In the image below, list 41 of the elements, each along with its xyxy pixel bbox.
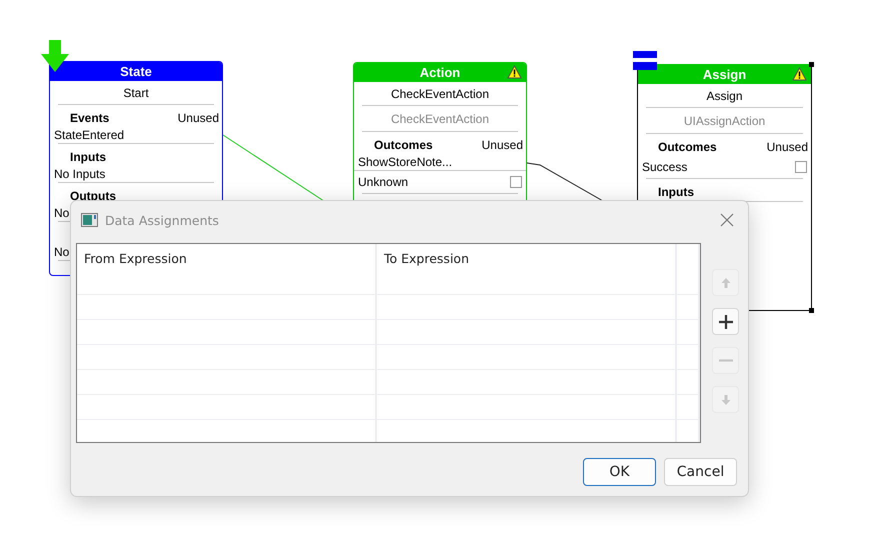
- close-icon[interactable]: [720, 213, 734, 227]
- cancel-button[interactable]: Cancel: [664, 458, 737, 486]
- resize-handle[interactable]: [809, 62, 814, 67]
- section-heading: Outputs: [70, 189, 116, 205]
- node-title: State: [120, 64, 152, 79]
- ok-button[interactable]: OK: [583, 458, 656, 486]
- add-button[interactable]: [712, 308, 739, 335]
- item-label: Success: [642, 160, 688, 174]
- item-label: StateEntered: [54, 128, 124, 142]
- node-name: Start: [122, 85, 150, 102]
- item-label: No: [54, 245, 70, 259]
- section-status: Unused: [482, 138, 523, 154]
- arrow-up-icon: [718, 276, 732, 290]
- column-header[interactable]: From Expression: [77, 244, 377, 294]
- window-icon: [81, 213, 98, 227]
- section-heading: Events: [70, 111, 110, 127]
- node-type: UIAssignAction: [682, 113, 766, 130]
- item-label: Unknown: [358, 175, 408, 189]
- section-heading: Outcomes: [658, 140, 717, 156]
- section-heading: Outcomes: [374, 138, 433, 154]
- dialog-title: Data Assignments: [105, 212, 220, 228]
- plus-icon: [718, 314, 734, 330]
- checkbox[interactable]: [795, 161, 807, 173]
- section-heading: Inputs: [658, 185, 694, 201]
- section-status: Unused: [766, 140, 808, 156]
- node-title: Action: [420, 65, 460, 80]
- minus-icon: [718, 359, 732, 362]
- item-label: No Inputs: [54, 167, 106, 181]
- arrow-down-icon: [718, 392, 732, 406]
- node-title: Assign: [702, 67, 746, 82]
- arrow-icon: [41, 40, 69, 72]
- resize-handle[interactable]: [809, 308, 814, 313]
- section-status: Unused: [178, 111, 219, 127]
- column-header[interactable]: To Expression: [377, 244, 677, 294]
- section-heading: Inputs: [70, 150, 106, 166]
- node-name: Assign: [705, 88, 744, 105]
- item-label: ShowStoreNote...: [358, 155, 452, 169]
- item-label: No: [54, 206, 70, 220]
- checkbox[interactable]: [510, 176, 522, 188]
- node-name: CheckEventAction: [390, 86, 490, 103]
- node-type: CheckEventAction: [390, 111, 490, 128]
